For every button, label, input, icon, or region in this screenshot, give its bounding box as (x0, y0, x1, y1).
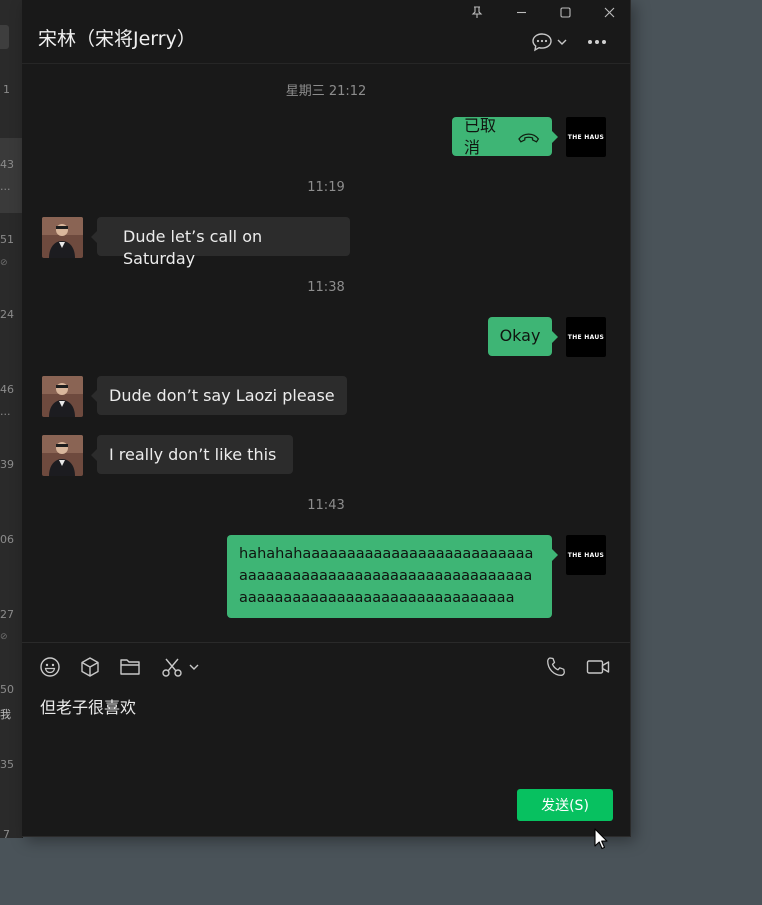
phone-hangup-icon (517, 132, 539, 143)
list-time: 50 (0, 683, 14, 696)
video-camera-icon (586, 660, 610, 674)
emoji-button[interactable] (38, 655, 62, 679)
voice-call-button[interactable] (544, 655, 568, 679)
contact-avatar[interactable] (42, 217, 83, 258)
maximize-icon (559, 6, 571, 18)
incoming-message[interactable]: I really don’t like this (91, 435, 293, 474)
send-file-button[interactable] (118, 655, 142, 679)
mute-icon: ⊘ (0, 258, 8, 268)
more-icon (588, 40, 606, 44)
chevron-down-icon (557, 39, 567, 45)
screenshot-button[interactable] (158, 655, 202, 679)
message-timestamp: 11:19 (307, 180, 345, 195)
more-button[interactable] (584, 33, 610, 51)
send-button[interactable]: 发送(S) (517, 789, 613, 821)
header-divider (22, 63, 630, 64)
message-text: 已取消 (464, 115, 497, 157)
list-time: 43 (0, 158, 14, 171)
my-avatar[interactable]: THE HAUS (566, 317, 606, 357)
pin-button[interactable] (465, 2, 489, 22)
mouse-cursor-icon (594, 828, 608, 850)
list-preview: 我 (0, 708, 11, 721)
chat-bubble-menu-button[interactable] (529, 31, 569, 53)
outgoing-message[interactable]: hahahahaaaaaaaaaaaaaaaaaaaaaaaaaaaaaaaaa… (227, 535, 558, 618)
outgoing-call-message[interactable]: 已取消 (452, 115, 558, 157)
outgoing-message[interactable]: Okay (488, 317, 558, 356)
contact-avatar[interactable] (42, 435, 83, 476)
phone-icon (547, 657, 565, 676)
list-preview: ... (0, 405, 11, 418)
scissors-icon (162, 658, 182, 677)
contact-photo (42, 435, 83, 476)
contact-photo (42, 217, 83, 258)
pin-icon (471, 5, 483, 18)
chat-bubble-icon (532, 33, 552, 52)
list-time: 39 (0, 458, 14, 471)
minimize-icon (516, 11, 526, 13)
list-time: 27 (0, 608, 14, 621)
list-time: 1 (3, 83, 10, 96)
message-input[interactable]: 但老子很喜欢 (40, 694, 136, 718)
video-call-button[interactable] (585, 655, 611, 679)
message-timestamp: 星期三 21:12 (285, 84, 367, 99)
my-avatar[interactable]: THE HAUS (566, 535, 606, 575)
contact-list-strip: 1 43 ... 51 ⊘ 24 46 ... 39 06 27 ⊘ 50 我 … (0, 0, 23, 841)
chat-window: 宋林（宋将Jerry） 星期三 21:12 已取消 THE HAUS 11:19… (22, 0, 631, 837)
list-time: 35 (0, 758, 14, 771)
list-time: 51 (0, 233, 14, 246)
maximize-button[interactable] (553, 2, 577, 22)
my-avatar[interactable]: THE HAUS (566, 117, 606, 157)
list-time: 06 (0, 533, 14, 546)
minimize-button[interactable] (509, 2, 533, 22)
selected-contact-highlight (0, 138, 22, 213)
collapse-tab[interactable] (0, 25, 9, 49)
list-time: 24 (0, 308, 14, 321)
folder-icon (120, 659, 140, 675)
incoming-message[interactable]: Dude don’t say Laozi please (91, 376, 347, 415)
mute-icon: ⊘ (0, 632, 8, 642)
contact-photo (42, 376, 83, 417)
chat-title: 宋林（宋将Jerry） (38, 28, 196, 50)
list-preview: ... (0, 180, 11, 193)
list-time: 46 (0, 383, 14, 396)
message-timestamp: 11:43 (307, 498, 345, 513)
incoming-message[interactable]: Dude let’s call on Saturday (91, 217, 350, 268)
composer-divider (22, 642, 630, 643)
favorites-button[interactable] (78, 655, 102, 679)
message-timestamp: 11:38 (307, 280, 345, 295)
chevron-down-icon (189, 664, 199, 670)
cube-icon (81, 657, 99, 677)
emoji-icon (40, 657, 60, 677)
close-button[interactable] (597, 2, 621, 22)
close-icon (604, 7, 614, 17)
list-time: 7 (3, 828, 10, 841)
contact-avatar[interactable] (42, 376, 83, 417)
